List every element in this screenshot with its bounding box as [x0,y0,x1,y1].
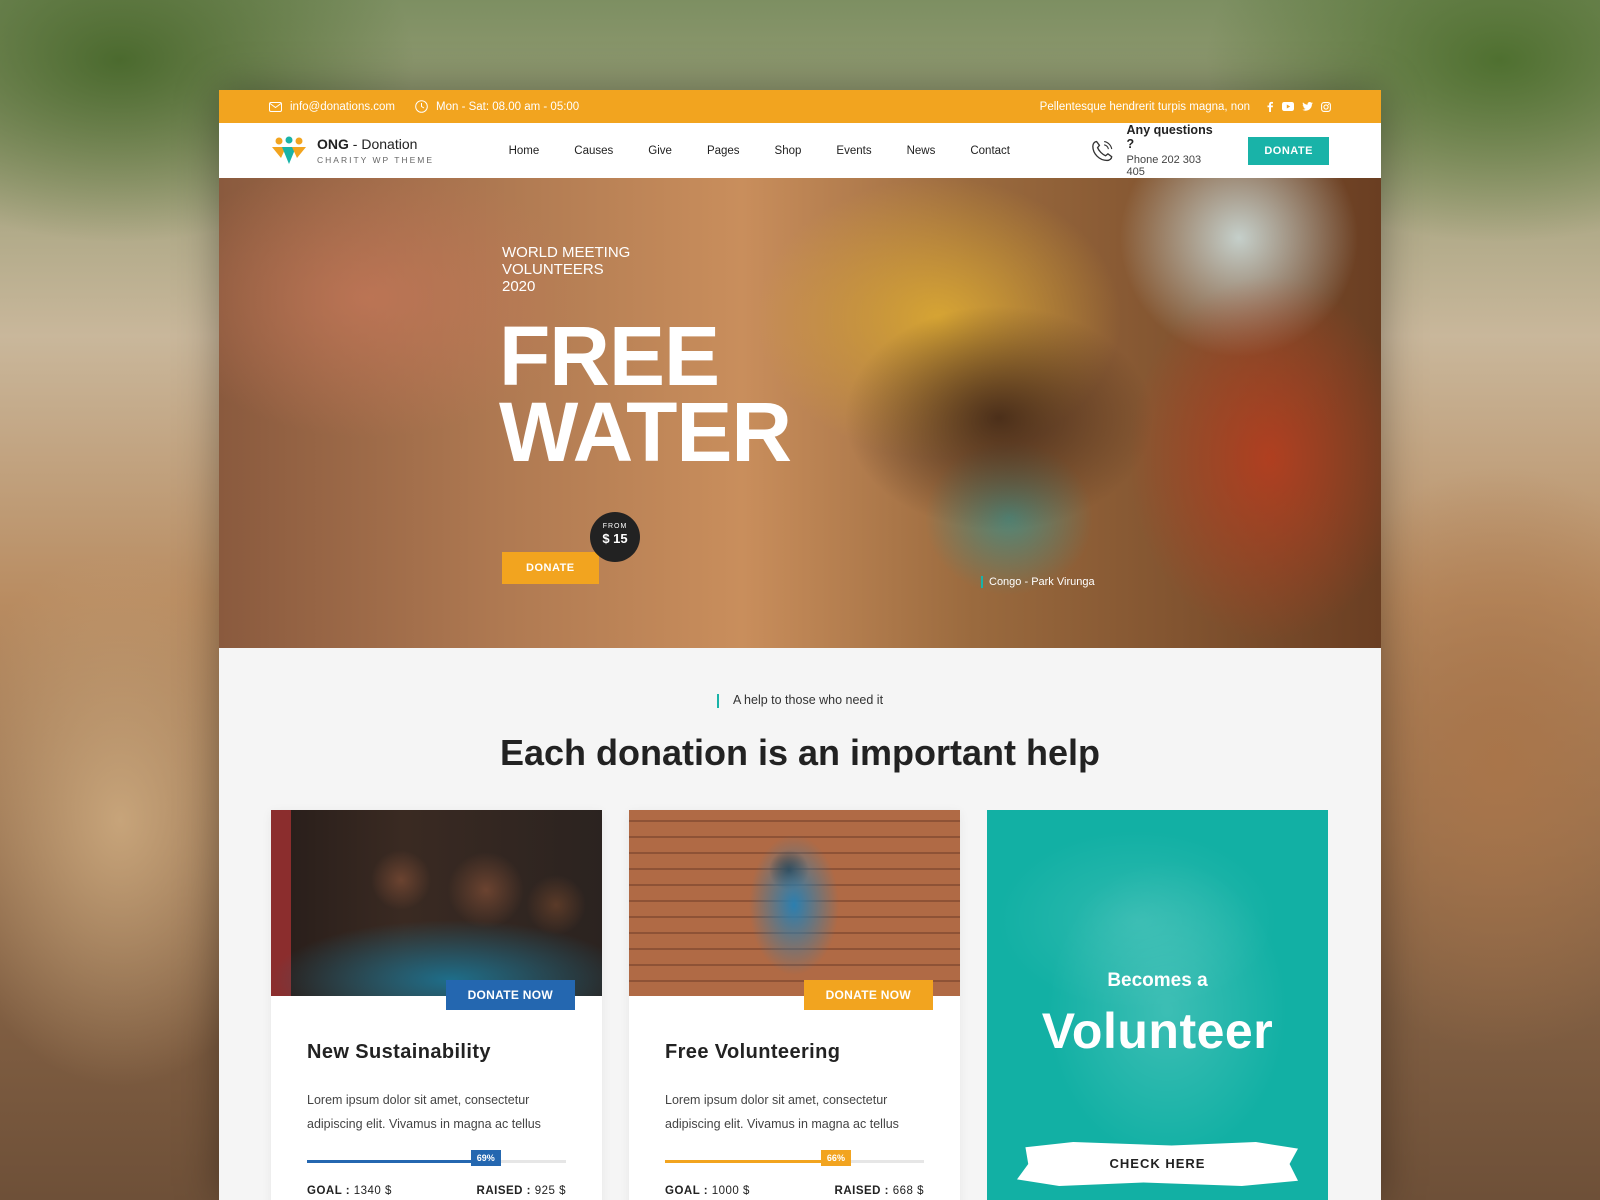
cause-stats: GOAL : 1000 $ RAISED : 668 $ [665,1185,924,1197]
facebook-icon[interactable] [1266,101,1274,112]
youtube-icon[interactable] [1282,102,1294,111]
hero-pretitle: WORLD MEETING VOLUNTEERS 2020 [502,244,631,295]
nav-shop[interactable]: Shop [775,145,802,157]
donate-now-button[interactable]: DONATE NOW [803,980,933,1010]
contact-box[interactable]: Any questions ? Phone 202 303 405 [1090,123,1218,178]
clock-icon [415,100,428,113]
cause-title[interactable]: New Sustainability [307,1041,566,1064]
donation-section: A help to those who need it Each donatio… [219,648,1381,1200]
nav-give[interactable]: Give [648,145,672,157]
cause-image: DONATE NOW [629,810,960,1010]
logo-subtitle: CHARITY WP THEME [317,155,435,165]
goal: GOAL : 1000 $ [665,1185,750,1197]
site-header: ONG - Donation CHARITY WP THEME Home Cau… [219,123,1381,178]
cause-card: DONATE NOW New Sustainability Lorem ipsu… [271,810,602,1200]
contact-phone: Phone 202 303 405 [1126,154,1202,178]
check-here-button[interactable]: CHECK HERE [1017,1142,1298,1186]
volunteer-card: Becomes a Volunteer CHECK HERE [987,810,1328,1200]
price-badge: FROM $ 15 [590,512,640,562]
top-hours: Mon - Sat: 08.00 am - 05:00 [415,100,579,113]
hero-title: FREE WATER [499,309,792,479]
header-donate-button[interactable]: DONATE [1248,136,1329,165]
logo-icon [272,136,306,164]
site-logo[interactable]: ONG - Donation CHARITY WP THEME [271,136,504,166]
twitter-icon[interactable] [1302,102,1313,111]
main-nav: Home Causes Give Pages Shop Events News … [509,145,1045,157]
nav-news[interactable]: News [907,145,936,157]
nav-home[interactable]: Home [509,145,540,157]
donate-now-button[interactable]: DONATE NOW [445,980,575,1010]
top-bar: info@donations.com Mon - Sat: 08.00 am -… [219,90,1381,123]
nav-contact[interactable]: Contact [970,145,1010,157]
section-subtitle: A help to those who need it [219,693,1381,708]
cause-image: DONATE NOW [271,810,602,1010]
progress-bar: 66% [665,1150,924,1166]
goal: GOAL : 1340 $ [307,1185,392,1197]
cause-stats: GOAL : 1340 $ RAISED : 925 $ [307,1185,566,1197]
volunteer-pretitle: Becomes a [1107,970,1208,991]
top-email-text: info@donations.com [290,100,396,113]
hero-banner: WORLD MEETING VOLUNTEERS 2020 FREE WATER… [219,178,1381,648]
cause-text: Lorem ipsum dolor sit amet, consectetur … [665,1093,899,1131]
nav-causes[interactable]: Causes [574,145,613,157]
mail-icon [269,101,282,112]
raised: RAISED : 925 $ [476,1185,566,1197]
contact-question: Any questions ? [1126,123,1213,151]
progress-label: 69% [470,1150,501,1166]
nav-events[interactable]: Events [836,145,871,157]
raised: RAISED : 668 $ [834,1185,924,1197]
nav-pages[interactable]: Pages [707,145,740,157]
section-title: Each donation is an important help [499,732,1101,773]
progress-label: 66% [820,1150,851,1166]
top-email[interactable]: info@donations.com [269,101,395,113]
hero-donate-button[interactable]: DONATE [502,552,599,584]
volunteer-title: Volunteer [1041,1003,1274,1059]
cause-text: Lorem ipsum dolor sit amet, consectetur … [307,1093,541,1131]
instagram-icon[interactable] [1321,101,1331,112]
cause-card: DONATE NOW Free Volunteering Lorem ipsum… [629,810,960,1200]
phone-icon [1092,140,1113,161]
top-hours-text: Mon - Sat: 08.00 am - 05:00 [436,100,580,113]
logo-name: ONG - Donation [317,136,418,152]
social-links [1258,101,1331,112]
cause-title[interactable]: Free Volunteering [665,1041,924,1064]
website-page: info@donations.com Mon - Sat: 08.00 am -… [219,90,1381,1200]
progress-bar: 69% [307,1150,566,1166]
top-tagline: Pellentesque hendrerit turpis magna, non [1039,100,1250,113]
hero-location: Congo - Park Virunga [981,576,1095,588]
